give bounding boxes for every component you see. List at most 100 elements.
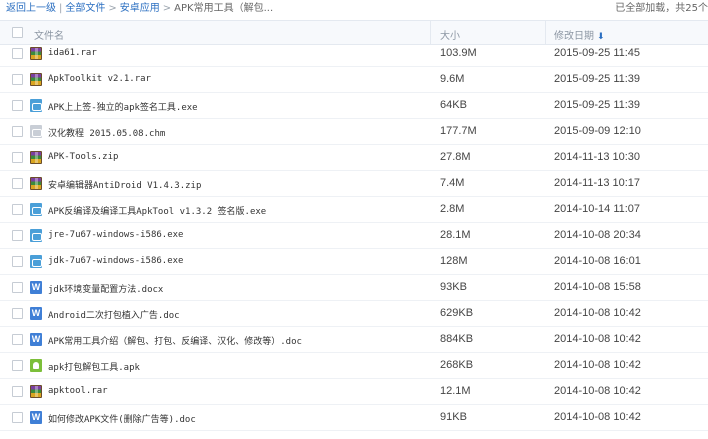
word-file-icon: W	[30, 411, 42, 424]
table-row[interactable]: W 如何修改APK文件(删除广告等).doc 91KB 2014-10-08 10:4…	[0, 405, 708, 431]
row-checkbox[interactable]	[12, 204, 23, 215]
file-modified-date: 2014-10-08 20:34	[554, 229, 641, 241]
archive-file-icon	[30, 73, 42, 86]
word-file-icon: W	[30, 307, 42, 320]
loaded-status: 已全部加载，共25个	[615, 3, 708, 14]
column-header-date[interactable]: 修改日期 ⬇	[554, 27, 605, 42]
file-size: 93KB	[440, 281, 467, 293]
file-modified-date: 2014-10-08 16:01	[554, 255, 641, 267]
all-files-link[interactable]: 全部文件	[65, 3, 105, 14]
exe-file-icon	[30, 229, 42, 242]
file-size: 103.9M	[440, 47, 477, 59]
file-modified-date: 2014-10-14 11:07	[554, 203, 641, 215]
breadcrumb-separator: >	[108, 3, 117, 14]
breadcrumb-bar: 返回上一级 | 全部文件 > 安卓应用 > APK常用工具（解包... 已全部加载，共25个	[0, 0, 708, 18]
row-checkbox[interactable]	[12, 100, 23, 111]
back-link[interactable]: 返回上一级	[6, 3, 56, 14]
row-checkbox[interactable]	[12, 360, 23, 371]
table-row[interactable]: ida61.rar 103.9M 2015-09-25 11:45	[0, 41, 708, 67]
file-name[interactable]: APK上上签-独立的apk签名工具.exe	[48, 100, 198, 113]
table-row[interactable]: Wjdk环境变量配置方法.docx 93KB 2014-10-08 15:58	[0, 275, 708, 301]
current-folder-label: APK常用工具（解包...	[174, 3, 274, 14]
file-modified-date: 2014-10-08 10:42	[554, 359, 641, 371]
table-row[interactable]: jre-7u67-windows-i586.exe 28.1M 2014-10-08…	[0, 223, 708, 249]
word-file-icon: W	[30, 281, 42, 294]
file-name[interactable]: ida61.rar	[48, 48, 97, 58]
exe-file-icon	[30, 255, 42, 268]
file-name[interactable]: jdk环境变量配置方法.docx	[48, 282, 163, 295]
row-checkbox[interactable]	[12, 256, 23, 267]
row-checkbox[interactable]	[12, 308, 23, 319]
table-row[interactable]: 汉化教程 2015.05.08.chm 177.7M 2015-09-09 12:1…	[0, 119, 708, 145]
table-row[interactable]: APK上上签-独立的apk签名工具.exe 64KB 2015-09-25 11:3…	[0, 93, 708, 119]
file-name[interactable]: APK常用工具介绍（解包、打包、反编译、汉化、修改等）.doc	[48, 334, 302, 347]
file-list: ida61.rar 103.9M 2015-09-25 11:45 ApkToolki…	[0, 41, 708, 439]
row-checkbox[interactable]	[12, 48, 23, 59]
row-checkbox[interactable]	[12, 230, 23, 241]
exe-file-icon	[30, 203, 42, 216]
file-size: 7.4M	[440, 177, 465, 189]
table-row[interactable]: APK-Tools.zip 27.8M 2014-11-13 10:30	[0, 145, 708, 171]
file-modified-date: 2014-10-08 10:42	[554, 333, 641, 345]
column-header-name[interactable]: 文件名	[34, 27, 64, 42]
select-all-checkbox[interactable]	[12, 27, 23, 38]
exe-file-icon	[30, 99, 42, 112]
android-apk-icon	[30, 359, 42, 372]
file-size: 884KB	[440, 333, 474, 345]
file-name[interactable]: 如何修改APK文件(删除广告等).doc	[48, 412, 196, 425]
file-modified-date: 2014-10-08 10:42	[554, 307, 641, 319]
file-size: 28.1M	[440, 229, 471, 241]
table-row[interactable]: apk打包解包工具.apk 268KB 2014-10-08 10:42	[0, 353, 708, 379]
file-name[interactable]: APK-Tools.zip	[48, 152, 118, 162]
row-checkbox[interactable]	[12, 74, 23, 85]
column-header-size[interactable]: 大小	[440, 27, 460, 42]
file-modified-date: 2014-11-13 10:30	[554, 151, 641, 163]
word-file-icon: W	[30, 333, 42, 346]
file-modified-date: 2014-10-08 10:42	[554, 385, 641, 397]
table-row[interactable]: jdk-7u67-windows-i586.exe 128M 2014-10-08 …	[0, 249, 708, 275]
table-row[interactable]: ApkToolkit v2.1.rar 9.6M 2015-09-25 11:39	[0, 67, 708, 93]
file-size: 2.8M	[440, 203, 465, 215]
table-row[interactable]: APK反编译及编译工具ApkTool v1.3.2 签名版.exe 2.8M 201…	[0, 197, 708, 223]
row-checkbox[interactable]	[12, 412, 23, 423]
file-name[interactable]: Android二次打包植入广告.doc	[48, 308, 180, 321]
file-name[interactable]: jre-7u67-windows-i586.exe	[48, 230, 183, 240]
file-size: 12.1M	[440, 385, 471, 397]
file-name[interactable]: 安卓编辑器AntiDroid V1.4.3.zip	[48, 178, 201, 191]
table-row[interactable]: apktool.rar 12.1M 2014-10-08 10:42	[0, 379, 708, 405]
file-name[interactable]: apk打包解包工具.apk	[48, 360, 140, 373]
breadcrumb-separator: >	[162, 3, 172, 14]
row-checkbox[interactable]	[12, 126, 23, 137]
file-name[interactable]: apktool.rar	[48, 386, 108, 396]
table-row[interactable]: 安卓编辑器AntiDroid V1.4.3.zip 7.4M 2014-11-13 …	[0, 171, 708, 197]
file-name[interactable]: APK反编译及编译工具ApkTool v1.3.2 签名版.exe	[48, 204, 266, 217]
archive-file-icon	[30, 151, 42, 164]
file-name[interactable]: ApkToolkit v2.1.rar	[48, 74, 151, 84]
breadcrumb-separator: |	[59, 3, 63, 14]
file-modified-date: 2015-09-09 12:10	[554, 125, 641, 137]
file-size: 177.7M	[440, 125, 477, 137]
folder-link[interactable]: 安卓应用	[120, 3, 160, 14]
row-checkbox[interactable]	[12, 178, 23, 189]
table-row[interactable]: W APK常用工具介绍（解包、打包、反编译、汉化、修改等）.doc 884KB 201…	[0, 327, 708, 353]
breadcrumb: 返回上一级 | 全部文件 > 安卓应用 > APK常用工具（解包...	[6, 0, 273, 17]
file-size: 64KB	[440, 99, 467, 111]
file-size: 268KB	[440, 359, 474, 371]
file-size: 128M	[440, 255, 468, 267]
file-size: 91KB	[440, 411, 467, 423]
row-checkbox[interactable]	[12, 282, 23, 293]
archive-file-icon	[30, 47, 42, 60]
file-modified-date: 2015-09-25 11:45	[554, 47, 641, 59]
file-modified-date: 2014-10-08 10:42	[554, 411, 641, 423]
row-checkbox[interactable]	[12, 152, 23, 163]
row-checkbox[interactable]	[12, 386, 23, 397]
row-checkbox[interactable]	[12, 334, 23, 345]
file-name[interactable]: jdk-7u67-windows-i586.exe	[48, 256, 183, 266]
archive-file-icon	[30, 385, 42, 398]
file-name[interactable]: 汉化教程 2015.05.08.chm	[48, 126, 165, 139]
table-row[interactable]: W Android二次打包植入广告.doc 629KB 2014-10-08 10:4…	[0, 301, 708, 327]
file-size: 9.6M	[440, 73, 465, 85]
file-modified-date: 2014-10-08 15:58	[554, 281, 641, 293]
archive-file-icon	[30, 177, 42, 190]
file-modified-date: 2015-09-25 11:39	[554, 99, 641, 111]
